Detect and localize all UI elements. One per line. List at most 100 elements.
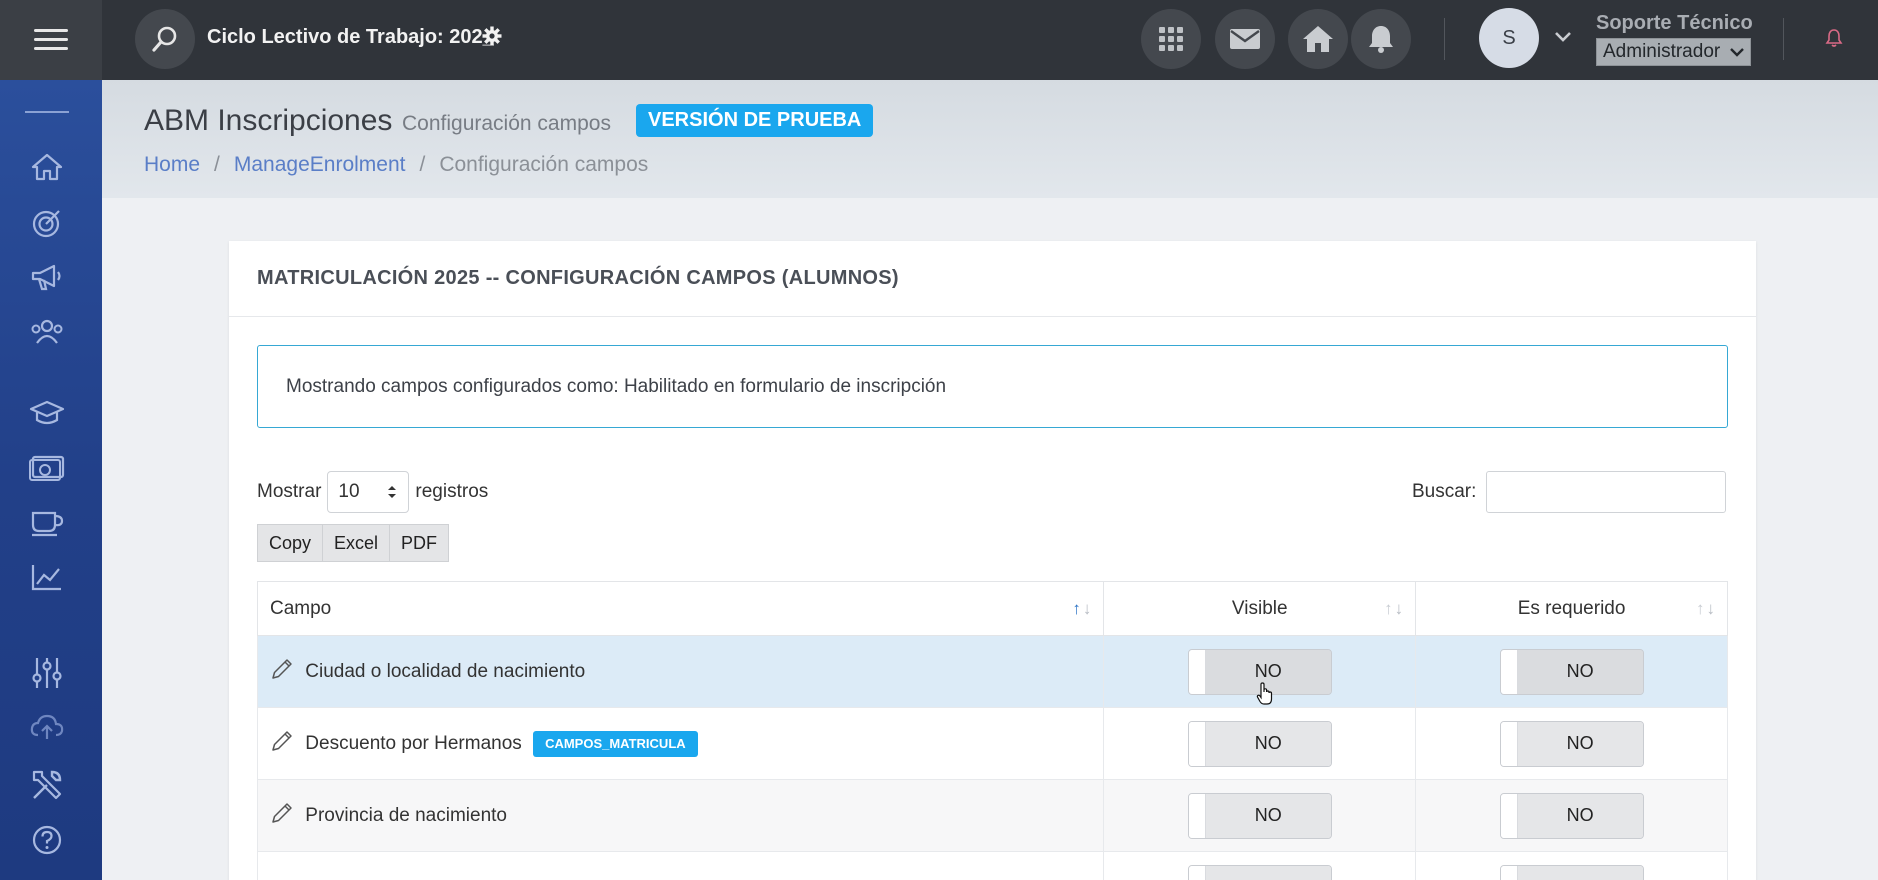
home-icon	[31, 153, 63, 181]
config-card: MATRICULACIÓN 2025 -- CONFIGURACIÓN CAMP…	[229, 241, 1756, 880]
users-icon	[31, 319, 63, 344]
campo-cell: Descuento por Hermanos CAMPOS_MATRICULA	[256, 707, 1105, 780]
pdf-button[interactable]: PDF	[390, 524, 450, 562]
table-row[interactable]: Ciudad o localidad de nacimiento NO NO	[256, 635, 1728, 708]
grid-icon	[1159, 27, 1183, 51]
hamburger-icon	[34, 29, 68, 51]
length-suffix: registros	[415, 481, 489, 502]
breadcrumb-home[interactable]: Home	[144, 153, 200, 177]
field-name: Descuento por Hermanos	[305, 732, 522, 754]
search-icon	[152, 26, 177, 52]
gear-icon[interactable]	[482, 26, 502, 50]
campo-cell	[256, 851, 1105, 880]
apps-button[interactable]	[1141, 9, 1201, 69]
required-cell: NO	[1415, 635, 1728, 708]
table-row[interactable]	[256, 851, 1728, 880]
search-input[interactable]	[1486, 471, 1727, 513]
column-header-requerido[interactable]: Es requerido ↑↓	[1415, 581, 1728, 636]
sidebar-item-payments[interactable]	[27, 447, 67, 487]
chevron-down-icon[interactable]	[1554, 28, 1572, 47]
sliders-icon	[32, 658, 62, 688]
visible-toggle[interactable]: NO	[1187, 720, 1332, 767]
tools-icon	[32, 770, 62, 800]
required-cell: NO	[1415, 707, 1728, 780]
sort-icon: ↑↓	[1072, 599, 1094, 618]
export-buttons: Copy Excel PDF	[257, 524, 450, 562]
field-tag: CAMPOS_MATRICULA	[533, 730, 698, 757]
chevron-down-icon	[1730, 48, 1744, 57]
menu-toggle-button[interactable]	[0, 0, 102, 80]
sidebar-item-reports[interactable]	[27, 557, 67, 597]
sidebar-item-upload[interactable]	[27, 708, 67, 748]
breadcrumb-separator: /	[214, 153, 220, 176]
page-length-value: 10	[338, 481, 360, 502]
copy-button[interactable]: Copy	[257, 524, 324, 562]
mail-button[interactable]	[1215, 9, 1275, 69]
required-cell	[1415, 851, 1728, 880]
info-alert: Mostrando campos configurados como: Habi…	[257, 345, 1728, 428]
sidebar-item-goals[interactable]	[27, 203, 67, 243]
role-select[interactable]: Administrador	[1596, 38, 1751, 66]
cloud-upload-icon	[30, 714, 64, 739]
required-toggle[interactable]: NO	[1499, 720, 1644, 767]
sidebar-item-academics[interactable]	[27, 393, 67, 433]
required-toggle[interactable]: NO	[1499, 648, 1644, 695]
visible-cell: NO	[1103, 707, 1417, 780]
search-button[interactable]	[135, 9, 195, 69]
visible-cell: NO	[1103, 779, 1417, 852]
card-title: MATRICULACIÓN 2025 -- CONFIGURACIÓN CAMP…	[257, 267, 899, 289]
line-chart-icon	[31, 565, 61, 591]
fields-table: Campo ↑↓ Visible ↑↓ Es requerido ↑↓ Ciud…	[256, 581, 1728, 880]
page-header: ABM Inscripciones Configuración campos V…	[102, 80, 1878, 198]
home-icon	[1303, 26, 1333, 52]
home-button[interactable]	[1288, 9, 1348, 69]
required-toggle[interactable]	[1499, 864, 1644, 880]
pencil-icon[interactable]	[270, 657, 294, 687]
sidebar-item-settings[interactable]	[27, 653, 67, 693]
page-length-select[interactable]: 10	[327, 471, 410, 513]
sidebar-item-tools[interactable]	[27, 765, 67, 805]
visible-cell	[1103, 851, 1417, 880]
divider	[1444, 18, 1445, 60]
page-title: ABM Inscripciones	[144, 104, 393, 137]
pencil-icon[interactable]	[270, 729, 294, 759]
avatar[interactable]: S	[1479, 8, 1539, 68]
envelope-icon	[1230, 29, 1260, 49]
search-label: Buscar:	[1412, 481, 1477, 502]
field-name: Provincia de nacimiento	[305, 804, 507, 826]
pointer-cursor-icon	[1256, 682, 1274, 710]
alert-bell-icon[interactable]	[1825, 28, 1843, 52]
sidebar-divider	[25, 111, 69, 113]
table-search: Buscar:	[1412, 471, 1727, 513]
required-cell: NO	[1415, 779, 1728, 852]
bell-icon	[1369, 26, 1393, 53]
column-header-visible[interactable]: Visible ↑↓	[1103, 581, 1417, 636]
coffee-cup-icon	[31, 511, 64, 537]
sort-icon: ↑↓	[1696, 599, 1717, 618]
sidebar-item-cafeteria[interactable]	[27, 502, 67, 542]
required-toggle[interactable]: NO	[1499, 792, 1644, 839]
visible-toggle[interactable]	[1187, 864, 1332, 880]
table-row[interactable]: Provincia de nacimiento NO NO	[256, 779, 1728, 852]
notifications-button[interactable]	[1351, 9, 1411, 69]
breadcrumb-manage-enrolment[interactable]: ManageEnrolment	[234, 153, 406, 177]
sidebar-item-users[interactable]	[27, 312, 67, 352]
column-header-campo[interactable]: Campo ↑↓	[256, 581, 1105, 636]
sidebar-item-announcements[interactable]	[27, 257, 67, 297]
user-name: Soporte Técnico	[1596, 12, 1753, 34]
length-prefix: Mostrar	[257, 481, 322, 502]
page-subtitle: Configuración campos	[402, 112, 611, 135]
field-name: Ciudad o localidad de nacimiento	[305, 660, 586, 682]
breadcrumb-separator: /	[419, 153, 426, 176]
pencil-icon[interactable]	[270, 801, 294, 831]
sidebar-item-home[interactable]	[27, 147, 67, 187]
role-select-value: Administrador	[1603, 41, 1721, 62]
table-row[interactable]: Descuento por Hermanos CAMPOS_MATRICULA …	[256, 707, 1728, 780]
sidebar-item-help[interactable]	[27, 820, 67, 860]
excel-button[interactable]: Excel	[323, 524, 391, 562]
breadcrumb-current: Configuración campos	[439, 153, 649, 176]
visible-toggle[interactable]: NO	[1187, 792, 1332, 839]
sort-icon: ↑↓	[1384, 599, 1406, 618]
top-bar: Ciclo Lectivo de Trabajo: 202_ S Soporte…	[0, 0, 1878, 80]
page-length-control: Mostrar 10 registros	[257, 471, 488, 513]
